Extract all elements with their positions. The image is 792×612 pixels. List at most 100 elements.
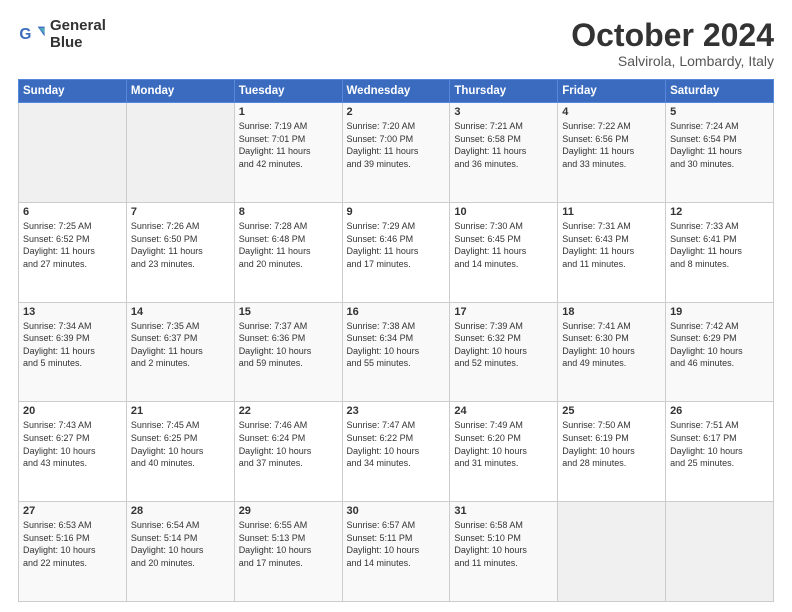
cell-info: Sunrise: 7:49 AM Sunset: 6:20 PM Dayligh… xyxy=(454,419,553,469)
calendar-week-3: 13 Sunrise: 7:34 AM Sunset: 6:39 PM Dayli… xyxy=(19,302,774,402)
cell-info: Sunrise: 6:53 AM Sunset: 5:16 PM Dayligh… xyxy=(23,519,122,569)
cell-day-number: 23 xyxy=(347,405,446,417)
cell-day-number: 29 xyxy=(239,505,338,517)
cell-day-number: 20 xyxy=(23,405,122,417)
cell-info: Sunrise: 7:37 AM Sunset: 6:36 PM Dayligh… xyxy=(239,320,338,370)
table-row: 1 Sunrise: 7:19 AM Sunset: 7:01 PM Daylig… xyxy=(234,103,342,203)
table-row: 18 Sunrise: 7:41 AM Sunset: 6:30 PM Dayli… xyxy=(558,302,666,402)
cell-info: Sunrise: 7:35 AM Sunset: 6:37 PM Dayligh… xyxy=(131,320,230,370)
cell-info: Sunrise: 7:20 AM Sunset: 7:00 PM Dayligh… xyxy=(347,120,446,170)
cell-info: Sunrise: 7:28 AM Sunset: 6:48 PM Dayligh… xyxy=(239,220,338,270)
col-saturday: Saturday xyxy=(666,80,774,103)
cell-day-number: 18 xyxy=(562,306,661,318)
cell-day-number: 22 xyxy=(239,405,338,417)
cell-info: Sunrise: 7:33 AM Sunset: 6:41 PM Dayligh… xyxy=(670,220,769,270)
cell-day-number: 4 xyxy=(562,106,661,118)
cell-info: Sunrise: 7:46 AM Sunset: 6:24 PM Dayligh… xyxy=(239,419,338,469)
table-row: 12 Sunrise: 7:33 AM Sunset: 6:41 PM Dayli… xyxy=(666,202,774,302)
cell-info: Sunrise: 7:41 AM Sunset: 6:30 PM Dayligh… xyxy=(562,320,661,370)
page: G General Blue October 2024 Salvirola, L… xyxy=(0,0,792,612)
table-row: 2Sunrise: 7:20 AM Sunset: 7:00 PM Daylig… xyxy=(342,103,450,203)
cell-info: Sunrise: 7:31 AM Sunset: 6:43 PM Dayligh… xyxy=(562,220,661,270)
table-row: 19Sunrise: 7:42 AM Sunset: 6:29 PM Dayli… xyxy=(666,302,774,402)
table-row: 7Sunrise: 7:26 AM Sunset: 6:50 PM Daylig… xyxy=(126,202,234,302)
table-row: 13 Sunrise: 7:34 AM Sunset: 6:39 PM Dayli… xyxy=(19,302,127,402)
cell-info: Sunrise: 7:30 AM Sunset: 6:45 PM Dayligh… xyxy=(454,220,553,270)
logo-line2: Blue xyxy=(50,35,106,52)
logo-line1: General xyxy=(50,18,106,35)
table-row: 14 Sunrise: 7:35 AM Sunset: 6:37 PM Dayli… xyxy=(126,302,234,402)
cell-info: Sunrise: 7:29 AM Sunset: 6:46 PM Dayligh… xyxy=(347,220,446,270)
cell-info: Sunrise: 6:55 AM Sunset: 5:13 PM Dayligh… xyxy=(239,519,338,569)
cell-info: Sunrise: 7:34 AM Sunset: 6:39 PM Dayligh… xyxy=(23,320,122,370)
table-row: 3 Sunrise: 7:21 AM Sunset: 6:58 PM Daylig… xyxy=(450,103,558,203)
cell-day-number: 14 xyxy=(131,306,230,318)
cell-day-number: 31 xyxy=(454,505,553,517)
table-row: 24 Sunrise: 7:49 AM Sunset: 6:20 PM Dayli… xyxy=(450,402,558,502)
table-row: 10 Sunrise: 7:30 AM Sunset: 6:45 PM Dayli… xyxy=(450,202,558,302)
calendar-header-row: Sunday Monday Tuesday Wednesday Thursday… xyxy=(19,80,774,103)
table-row: 22 Sunrise: 7:46 AM Sunset: 6:24 PM Dayli… xyxy=(234,402,342,502)
table-row: 20Sunrise: 7:43 AM Sunset: 6:27 PM Dayli… xyxy=(19,402,127,502)
cell-day-number: 24 xyxy=(454,405,553,417)
cell-day-number: 1 xyxy=(239,106,338,118)
calendar-week-4: 20Sunrise: 7:43 AM Sunset: 6:27 PM Dayli… xyxy=(19,402,774,502)
table-row: 25Sunrise: 7:50 AM Sunset: 6:19 PM Dayli… xyxy=(558,402,666,502)
month-title: October 2024 xyxy=(571,18,774,53)
cell-info: Sunrise: 7:47 AM Sunset: 6:22 PM Dayligh… xyxy=(347,419,446,469)
cell-day-number: 27 xyxy=(23,505,122,517)
cell-info: Sunrise: 7:21 AM Sunset: 6:58 PM Dayligh… xyxy=(454,120,553,170)
cell-day-number: 12 xyxy=(670,206,769,218)
table-row: 21Sunrise: 7:45 AM Sunset: 6:25 PM Dayli… xyxy=(126,402,234,502)
cell-day-number: 8 xyxy=(239,206,338,218)
cell-day-number: 19 xyxy=(670,306,769,318)
cell-day-number: 3 xyxy=(454,106,553,118)
table-row: 8 Sunrise: 7:28 AM Sunset: 6:48 PM Daylig… xyxy=(234,202,342,302)
table-row: 26 Sunrise: 7:51 AM Sunset: 6:17 PM Dayli… xyxy=(666,402,774,502)
cell-day-number: 9 xyxy=(347,206,446,218)
calendar-week-2: 6Sunrise: 7:25 AM Sunset: 6:52 PM Daylig… xyxy=(19,202,774,302)
cell-info: Sunrise: 7:24 AM Sunset: 6:54 PM Dayligh… xyxy=(670,120,769,170)
table-row xyxy=(558,502,666,602)
table-row: 6Sunrise: 7:25 AM Sunset: 6:52 PM Daylig… xyxy=(19,202,127,302)
cell-day-number: 5 xyxy=(670,106,769,118)
header: G General Blue October 2024 Salvirola, L… xyxy=(18,18,774,69)
col-tuesday: Tuesday xyxy=(234,80,342,103)
table-row: 15 Sunrise: 7:37 AM Sunset: 6:36 PM Dayli… xyxy=(234,302,342,402)
table-row: 16 Sunrise: 7:38 AM Sunset: 6:34 PM Dayli… xyxy=(342,302,450,402)
calendar-table: Sunday Monday Tuesday Wednesday Thursday… xyxy=(18,79,774,602)
logo-icon: G xyxy=(18,21,46,49)
cell-day-number: 26 xyxy=(670,405,769,417)
cell-day-number: 28 xyxy=(131,505,230,517)
table-row xyxy=(126,103,234,203)
col-monday: Monday xyxy=(126,80,234,103)
calendar-week-5: 27 Sunrise: 6:53 AM Sunset: 5:16 PM Dayli… xyxy=(19,502,774,602)
col-thursday: Thursday xyxy=(450,80,558,103)
cell-info: Sunrise: 7:45 AM Sunset: 6:25 PM Dayligh… xyxy=(131,419,230,469)
cell-day-number: 30 xyxy=(347,505,446,517)
cell-day-number: 15 xyxy=(239,306,338,318)
cell-day-number: 17 xyxy=(454,306,553,318)
table-row: 27 Sunrise: 6:53 AM Sunset: 5:16 PM Dayli… xyxy=(19,502,127,602)
table-row: 31 Sunrise: 6:58 AM Sunset: 5:10 PM Dayli… xyxy=(450,502,558,602)
cell-day-number: 13 xyxy=(23,306,122,318)
col-wednesday: Wednesday xyxy=(342,80,450,103)
cell-day-number: 10 xyxy=(454,206,553,218)
cell-info: Sunrise: 7:19 AM Sunset: 7:01 PM Dayligh… xyxy=(239,120,338,170)
table-row: 11 Sunrise: 7:31 AM Sunset: 6:43 PM Dayli… xyxy=(558,202,666,302)
cell-day-number: 11 xyxy=(562,206,661,218)
cell-day-number: 16 xyxy=(347,306,446,318)
table-row: 4Sunrise: 7:22 AM Sunset: 6:56 PM Daylig… xyxy=(558,103,666,203)
cell-info: Sunrise: 7:38 AM Sunset: 6:34 PM Dayligh… xyxy=(347,320,446,370)
cell-info: Sunrise: 7:26 AM Sunset: 6:50 PM Dayligh… xyxy=(131,220,230,270)
col-sunday: Sunday xyxy=(19,80,127,103)
cell-day-number: 25 xyxy=(562,405,661,417)
table-row xyxy=(19,103,127,203)
table-row: 23 Sunrise: 7:47 AM Sunset: 6:22 PM Dayli… xyxy=(342,402,450,502)
cell-info: Sunrise: 7:51 AM Sunset: 6:17 PM Dayligh… xyxy=(670,419,769,469)
col-friday: Friday xyxy=(558,80,666,103)
cell-info: Sunrise: 6:54 AM Sunset: 5:14 PM Dayligh… xyxy=(131,519,230,569)
title-block: October 2024 Salvirola, Lombardy, Italy xyxy=(571,18,774,69)
cell-info: Sunrise: 6:58 AM Sunset: 5:10 PM Dayligh… xyxy=(454,519,553,569)
table-row: 29 Sunrise: 6:55 AM Sunset: 5:13 PM Dayli… xyxy=(234,502,342,602)
